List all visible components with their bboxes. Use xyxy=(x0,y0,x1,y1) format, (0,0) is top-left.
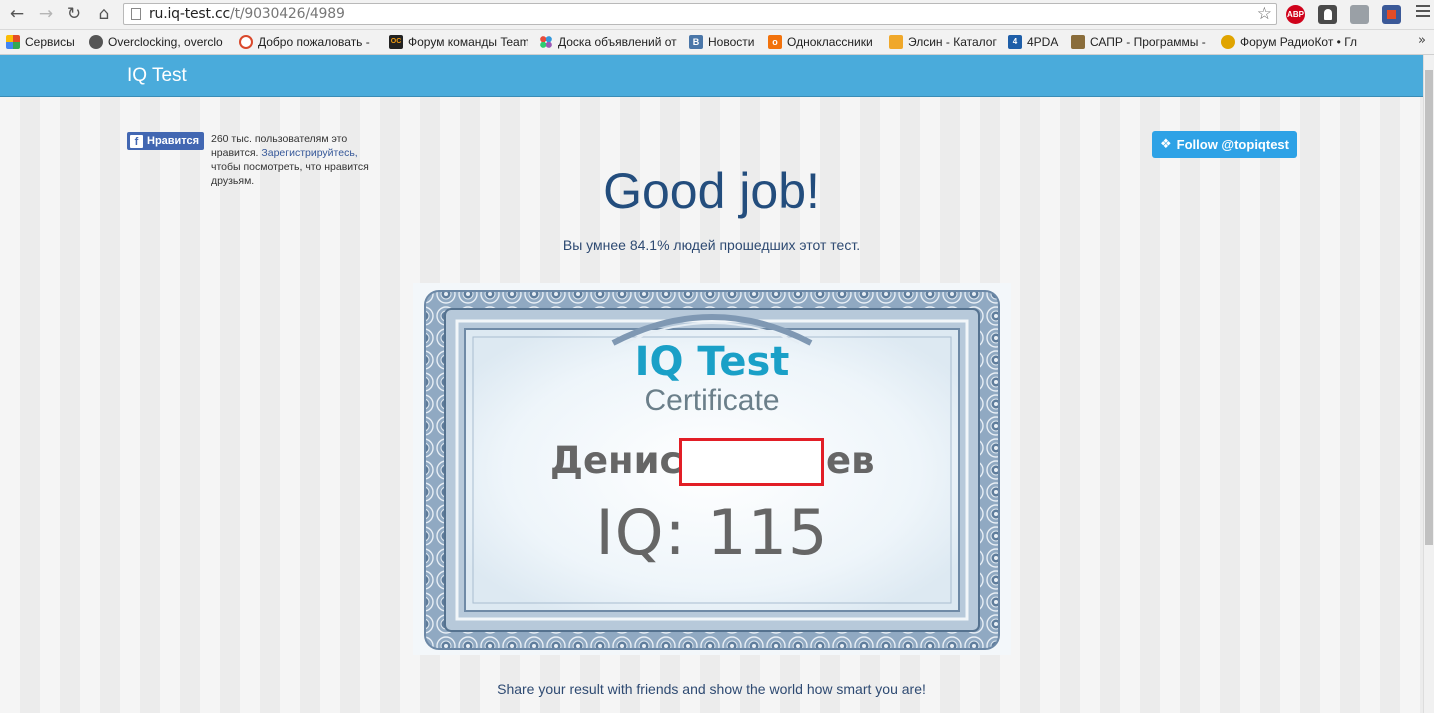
team-icon: OC xyxy=(389,35,403,49)
bookmark-label: 4PDA xyxy=(1027,35,1059,49)
home-button[interactable]: ⌂ xyxy=(93,4,115,24)
reload-button[interactable]: ↻ xyxy=(63,4,85,24)
twitter-follow-button[interactable]: ❖ Follow @topiqtest xyxy=(1152,131,1297,158)
forward-button[interactable]: → xyxy=(35,4,57,24)
books-icon xyxy=(1071,35,1085,49)
page-icon xyxy=(131,8,141,20)
facebook-icon: f xyxy=(130,134,143,148)
bookmark-star-icon[interactable]: ☆ xyxy=(1257,4,1272,24)
certificate-title: IQ Test xyxy=(634,339,790,385)
bookmark-board[interactable]: Доска объявлений от xyxy=(539,33,680,51)
browser-toolbar: ← → ↻ ⌂ ru.iq-test.cc/t/9030426/4989 ☆ A… xyxy=(0,0,1434,30)
photo-icon[interactable] xyxy=(1382,5,1401,24)
bookmark-news[interactable]: B Новости xyxy=(689,33,759,51)
bookmark-label: САПР - Программы - xyxy=(1090,35,1206,49)
certificate-subtitle: Certificate xyxy=(644,384,780,417)
ghost-icon[interactable] xyxy=(1318,5,1337,24)
vertical-scrollbar[interactable] xyxy=(1423,55,1434,713)
redaction-box xyxy=(679,438,824,486)
bookmark-overclocking[interactable]: Overclocking, overclo xyxy=(89,33,228,51)
alarm-clock-icon xyxy=(239,35,253,49)
bookmark-label: Доска объявлений от xyxy=(558,35,677,49)
bookmark-sapr[interactable]: САПР - Программы - xyxy=(1071,33,1211,51)
bookmark-label: Одноклассники xyxy=(787,35,873,49)
url-text: ru.iq-test.cc/t/9030426/4989 xyxy=(149,6,345,23)
puzzle-icon[interactable] xyxy=(1350,5,1369,24)
page-headline: Good job! xyxy=(603,163,820,219)
bookmark-label: Сервисы xyxy=(25,35,75,49)
4pda-icon: 4 xyxy=(1008,35,1022,49)
facebook-register-link[interactable]: Зарегистрируйтесь, xyxy=(261,147,357,159)
web-page: IQ Test f Нравится 260 тыс. пользователя… xyxy=(0,55,1423,713)
overclocking-icon xyxy=(89,35,103,49)
bookmarks-overflow-icon[interactable]: » xyxy=(1418,33,1426,48)
ok-icon: o xyxy=(768,35,782,49)
vk-icon: B xyxy=(689,35,703,49)
bookmark-label: Элсин - Каталог xyxy=(908,35,997,49)
bookmark-label: Overclocking, overclo xyxy=(108,35,223,49)
dots-icon xyxy=(539,35,553,49)
certificate-iq-score: IQ: 115 xyxy=(595,496,829,569)
site-brand[interactable]: IQ Test xyxy=(127,65,187,87)
cat-icon xyxy=(1221,35,1235,49)
adblock-label: ABP xyxy=(1287,10,1304,19)
bookmark-elsin[interactable]: Элсин - Каталог xyxy=(889,33,999,51)
bookmark-welcome[interactable]: Добро пожаловать - xyxy=(239,33,379,51)
site-header: IQ Test xyxy=(0,55,1423,97)
result-percentile: Вы умнее 84.1% людей прошедших этот тест… xyxy=(562,237,861,253)
bookmark-odnoklassniki[interactable]: o Одноклассники xyxy=(768,33,880,51)
apps-grid-icon xyxy=(6,35,20,49)
bookmark-label: Новости xyxy=(708,35,755,49)
certificate-name-last: ев xyxy=(826,439,875,482)
bookmark-radiokot[interactable]: Форум РадиоКот • Гл xyxy=(1221,33,1411,51)
url-host: ru.iq-test.cc xyxy=(149,6,231,22)
url-path: /t/9030426/4989 xyxy=(230,6,345,22)
bookmark-team-forum[interactable]: OC Форум команды Team xyxy=(389,33,528,51)
bookmark-label: Форум команды Team xyxy=(408,35,528,49)
chrome-menu-icon[interactable] xyxy=(1416,5,1430,19)
elsin-icon xyxy=(889,35,903,49)
scrollbar-thumb[interactable] xyxy=(1425,70,1433,545)
twitter-follow-label: Follow @topiqtest xyxy=(1176,137,1289,152)
facebook-like-button[interactable]: f Нравится xyxy=(127,132,205,150)
address-bar[interactable]: ru.iq-test.cc/t/9030426/4989 ☆ xyxy=(123,3,1277,25)
adblock-plus-icon[interactable]: ABP xyxy=(1286,5,1305,24)
bookmark-label: Форум РадиоКот • Гл xyxy=(1240,35,1358,49)
bookmarks-bar: Сервисы Overclocking, overclo Добро пожа… xyxy=(0,30,1434,55)
twitter-bird-icon: ❖ xyxy=(1160,137,1172,152)
share-prompt: Share your result with friends and show … xyxy=(497,681,926,697)
iq-certificate: IQ Test Certificate Денис ев IQ: 115 xyxy=(413,283,1011,655)
back-button[interactable]: ← xyxy=(6,4,28,24)
bookmark-4pda[interactable]: 4 4PDA xyxy=(1008,33,1063,51)
bookmark-services[interactable]: Сервисы xyxy=(6,33,82,51)
facebook-like-label: Нравится xyxy=(147,135,200,147)
bookmark-label: Добро пожаловать - xyxy=(258,35,370,49)
certificate-name-first: Денис xyxy=(550,439,682,482)
